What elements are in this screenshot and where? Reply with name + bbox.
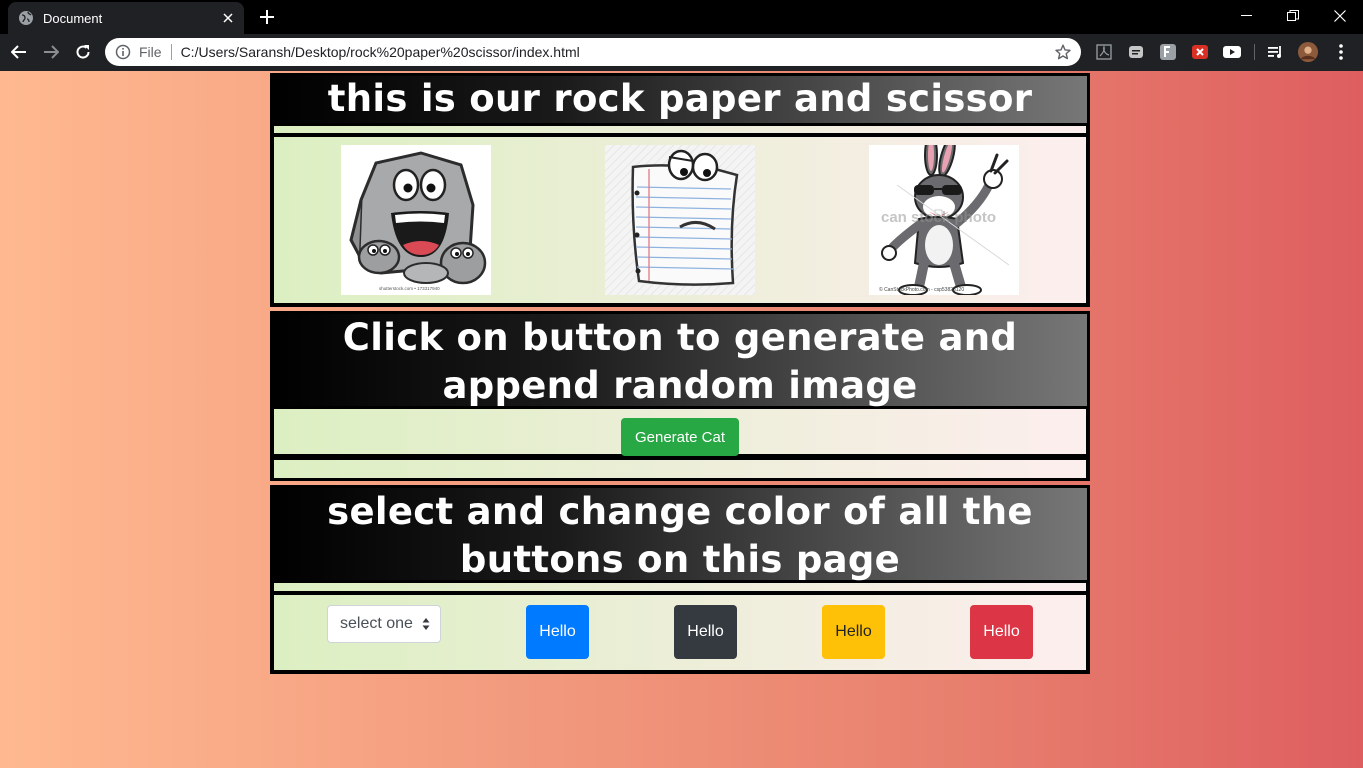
scissor-watermark: can stock photo <box>881 209 997 226</box>
generate-cat-button[interactable]: Generate Cat <box>621 418 739 456</box>
scissor-caption: © CanStockPhoto.com - csp53823120 <box>879 287 965 293</box>
address-separator <box>170 44 172 60</box>
color-heading: select and change color of all the butto… <box>270 485 1090 583</box>
menu-kebab-icon[interactable] <box>1331 42 1351 62</box>
hello-button-yellow[interactable]: Hello <box>822 605 885 659</box>
tab-document[interactable]: Document <box>8 2 244 34</box>
main-container: this is our rock paper and scissor shutt… <box>270 71 1090 674</box>
spacer-strip-2 <box>270 583 1090 591</box>
spacer-strip <box>270 126 1090 133</box>
chat-extension-icon[interactable] <box>1126 42 1146 62</box>
hello-button-dark[interactable]: Hello <box>674 605 737 659</box>
hello-button-blue[interactable]: Hello <box>526 605 589 659</box>
close-tab-icon[interactable] <box>218 8 238 28</box>
address-bar[interactable]: File C:/Users/Saransh/Desktop/rock%20pap… <box>105 38 1081 66</box>
rock-image: shutterstock.com • 173317940 <box>341 145 491 295</box>
info-icon[interactable] <box>115 44 131 60</box>
profile-avatar[interactable] <box>1298 42 1318 62</box>
toolbar-divider <box>1254 44 1255 60</box>
page-viewport: this is our rock paper and scissor shutt… <box>0 71 1363 768</box>
page-title: this is our rock paper and scissor <box>270 73 1090 126</box>
pdf-extension-icon[interactable] <box>1094 42 1114 62</box>
globe-icon <box>19 11 33 25</box>
address-scheme: File <box>139 44 162 60</box>
spacer-panel <box>270 457 1090 481</box>
tab-title: Document <box>43 10 103 26</box>
reload-icon[interactable] <box>71 40 95 64</box>
forward-icon[interactable] <box>39 40 63 64</box>
block-extension-icon[interactable] <box>1190 42 1210 62</box>
youtube-extension-icon[interactable] <box>1222 42 1242 62</box>
hello-button-red[interactable]: Hello <box>970 605 1033 659</box>
color-select-value: select one <box>340 615 413 632</box>
select-arrows-icon <box>422 618 430 630</box>
new-tab-icon[interactable] <box>256 6 278 28</box>
paper-image <box>605 145 755 295</box>
color-select[interactable]: select one <box>327 605 441 643</box>
restore-icon[interactable] <box>1270 0 1316 32</box>
address-url[interactable]: C:/Users/Saransh/Desktop/rock%20paper%20… <box>181 44 1053 60</box>
bookmark-star-icon[interactable] <box>1053 42 1073 62</box>
back-icon[interactable] <box>7 40 31 64</box>
close-window-icon[interactable] <box>1317 0 1363 32</box>
font-extension-icon[interactable] <box>1158 42 1178 62</box>
rock-caption: shutterstock.com • 173317940 <box>379 286 440 291</box>
media-queue-icon[interactable] <box>1266 42 1286 62</box>
scissor-image: can stock photo © CanStockPhoto.com - cs… <box>869 145 1019 295</box>
tab-strip: Document <box>0 0 1363 34</box>
browser-toolbar: File C:/Users/Saransh/Desktop/rock%20pap… <box>0 34 1363 71</box>
generate-heading: Click on button to generate and append r… <box>270 311 1090 409</box>
minimize-icon[interactable] <box>1224 0 1270 32</box>
